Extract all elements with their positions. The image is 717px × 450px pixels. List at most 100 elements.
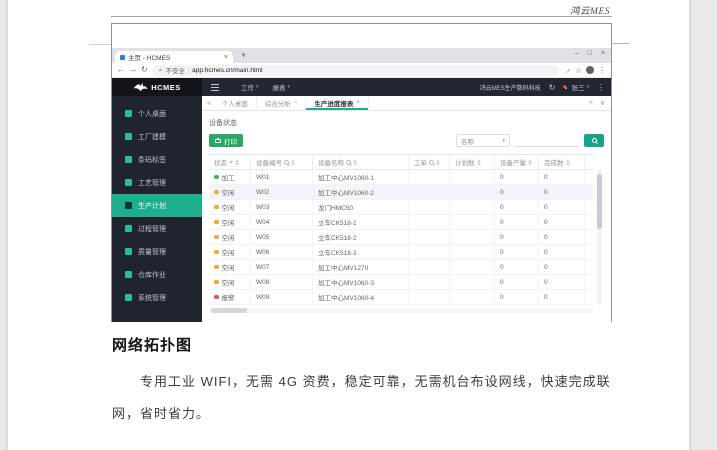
status-label: 空闲 [222,202,235,212]
send-to-device-icon[interactable]: → [561,64,573,76]
filter-field-select[interactable]: 名称 ▾ [456,134,510,147]
sort-icon[interactable] [528,160,532,165]
sort-icon[interactable] [566,160,570,165]
device-code-cell: W05 [251,230,313,244]
column-search-icon[interactable] [346,160,351,165]
sort-icon[interactable] [477,160,481,165]
workspace-tab[interactable]: 个人桌面 × [214,96,257,110]
device-code-cell: W02 [251,185,313,199]
status-dot [214,280,219,285]
window-minimize-button[interactable]: – [575,50,579,57]
browser-menu-icon[interactable]: ⋮ [598,66,606,75]
column-header-output[interactable]: 设备产量 [495,155,539,169]
menu-work-label: 工作 [241,82,254,92]
horizontal-scrollbar[interactable] [209,308,593,313]
user-menu[interactable]: 张三 ▾ [571,82,589,92]
table-row[interactable]: 空闲 W08 加工中心MV1060-3 0 0 [209,275,593,290]
tab-close-icon[interactable]: × [224,54,228,61]
table-row[interactable]: 空闲 W04 立车CK518-1 0 0 [209,215,593,230]
tab-close-icon[interactable]: × [356,100,360,106]
window-close-button[interactable]: × [601,50,605,57]
menu-work[interactable]: 工作 ▾ [241,82,259,92]
address-bar[interactable]: ▲ 不安全 app.hcmes.cn/main.html [152,65,559,76]
table-row[interactable]: 空闲 W05 立车CK518-2 0 0 [209,230,593,245]
security-warning-label: 不安全 [166,65,186,75]
sidebar-item[interactable]: 工艺管理 [112,171,202,194]
work-order-cell [409,215,450,229]
column-header-plan[interactable]: 计划数 [450,155,495,169]
sort-icon[interactable] [353,160,357,165]
device-code-cell: W01 [251,170,313,184]
sort-icon[interactable] [235,160,239,165]
table-row[interactable]: 报警 W09 加工中心MV1060-4 0 0 [209,290,593,305]
column-search-icon[interactable] [284,160,289,165]
browser-tab[interactable]: 主页 - HCMES × [115,51,233,63]
column-search-icon[interactable] [429,160,434,165]
vertical-scrollbar[interactable] [597,170,602,305]
column-header-code[interactable]: 设备编号 [251,155,313,169]
sidebar-item[interactable]: 质量管理 [112,240,202,263]
chevron-down-icon: ▾ [288,84,291,90]
forward-icon[interactable]: → [129,66,137,74]
workspace-tab-label: 生产进度报表 [314,98,353,108]
app-sidebar: 个人桌面 工厂建模 条码标签 工艺管理 [112,96,202,322]
sidebar-item[interactable]: 系统管理 [112,286,202,309]
bookmark-star-icon[interactable]: ☆ [575,66,582,75]
column-header-name[interactable]: 设备名称 [313,155,409,169]
app-more-icon[interactable]: ⋮ [597,83,605,92]
tab-close-icon[interactable]: × [294,100,298,106]
sidebar-item[interactable]: 生产计划 [112,194,202,217]
workspace-tab[interactable]: 综合分析 × [257,96,307,110]
column-header-done[interactable]: 完成数 [539,155,585,169]
work-order-cell [409,290,450,304]
sidebar-item[interactable]: 条码标签 [112,148,202,171]
sort-icon[interactable] [291,160,295,165]
table-row[interactable]: 加工 W01 加工中心MV1060-1 0 0 [209,170,593,185]
menu-report[interactable]: 报表 ▾ [273,82,291,92]
table-row[interactable]: 空闲 W02 加工中心MV1060-2 0 0 [209,185,593,200]
device-name-cell: 立车CK518-3 [313,245,409,259]
plan-qty-cell [450,245,495,259]
horizontal-scrollbar-thumb[interactable] [211,308,247,313]
sort-icon[interactable] [436,160,440,165]
window-maximize-button[interactable]: □ [588,50,592,57]
sidebar-item[interactable]: 过程管理 [112,217,202,240]
plan-qty-cell [450,185,495,199]
browser-profile-icon[interactable] [586,66,594,74]
frame-tick-right [611,43,630,44]
warehouse-icon [125,271,132,278]
device-output-cell: 0 [495,185,539,199]
filter-funnel-icon[interactable] [229,161,233,164]
workspace-tab[interactable]: 生产进度报表 × [306,96,369,110]
app-refresh-icon[interactable]: ↻ [549,83,556,92]
back-icon[interactable]: ← [117,66,125,74]
panel-title: 设备状态 [209,118,604,128]
column-header-order[interactable]: 工单 [409,155,450,169]
hamburger-icon[interactable] [211,84,219,91]
sidebar-item[interactable]: 工厂建模 [112,125,202,148]
table-row[interactable]: 空闲 W07 加工中心MV1270 0 0 [209,260,593,275]
search-button[interactable] [584,134,604,147]
column-header-status[interactable]: 状态 [209,155,251,169]
vertical-scrollbar-thumb[interactable] [597,174,602,229]
device-code-cell: W04 [251,215,313,229]
sidebar-item[interactable]: 个人桌面 [112,102,202,125]
tabs-collapse-icon[interactable]: ∨ [600,99,605,107]
factory-icon [125,133,132,140]
tabs-scroll-right-icon[interactable]: » [589,99,593,107]
table-row[interactable]: 空闲 W06 立车CK518-3 0 0 [209,245,593,260]
print-button[interactable]: 打印 [209,134,243,147]
app-logo[interactable]: HCMES [112,78,202,96]
new-tab-button[interactable]: + [241,50,246,60]
sidebar-item[interactable]: 仓库作业 [112,263,202,286]
done-qty-cell: 0 [539,260,585,274]
reload-icon[interactable]: ↻ [141,66,148,74]
favicon-hcmes [120,55,125,60]
sidebar-item-label: 系统管理 [138,293,166,303]
workspace-tabbar: « 个人桌面 × 综合分析 × [202,96,611,111]
device-code-cell: W03 [251,200,313,214]
workspace-tab-label: 个人桌面 [222,98,248,108]
search-input[interactable] [515,134,579,147]
table-row[interactable]: 空闲 W03 龙门HMC50 0 0 [209,200,593,215]
tabs-scroll-left-icon[interactable]: « [207,100,211,107]
